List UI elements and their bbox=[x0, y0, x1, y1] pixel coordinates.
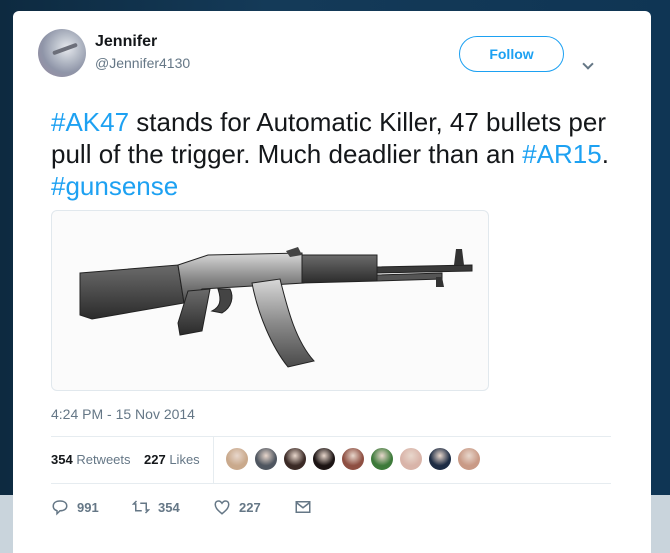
message-button[interactable] bbox=[294, 495, 320, 519]
liker-avatar[interactable] bbox=[254, 447, 278, 471]
tweet-text-segment: . bbox=[601, 139, 609, 169]
liker-avatar[interactable] bbox=[341, 447, 365, 471]
envelope-icon bbox=[295, 501, 311, 513]
hashtag-link[interactable]: #AK47 bbox=[51, 107, 129, 137]
retweet-button[interactable]: 354 bbox=[132, 495, 180, 519]
tweet-timestamp[interactable]: 4:24 PM - 15 Nov 2014 bbox=[51, 406, 195, 422]
liker-avatar[interactable] bbox=[283, 447, 307, 471]
like-count: 227 bbox=[239, 499, 261, 515]
likes-count: 227 bbox=[144, 452, 166, 467]
divider bbox=[51, 436, 611, 437]
liker-avatar[interactable] bbox=[225, 447, 249, 471]
reply-icon bbox=[52, 500, 68, 516]
heart-icon bbox=[214, 500, 230, 515]
likes-label: Likes bbox=[169, 452, 200, 467]
liker-avatar[interactable] bbox=[370, 447, 394, 471]
likes-stat[interactable]: 227 Likes bbox=[144, 452, 200, 467]
liker-avatar[interactable] bbox=[428, 447, 452, 471]
divider bbox=[51, 483, 611, 484]
liker-avatar[interactable] bbox=[457, 447, 481, 471]
tweet-text: #AK47 stands for Automatic Killer, 47 bu… bbox=[51, 106, 621, 202]
follow-button[interactable]: Follow bbox=[459, 36, 564, 72]
liker-avatar[interactable] bbox=[312, 447, 336, 471]
like-button[interactable]: 227 bbox=[213, 495, 261, 519]
hashtag-link[interactable]: #AR15 bbox=[522, 139, 602, 169]
hashtag-link[interactable]: #gunsense bbox=[51, 171, 178, 201]
retweets-count: 354 bbox=[51, 452, 73, 467]
reply-count: 991 bbox=[77, 499, 99, 515]
retweet-count: 354 bbox=[158, 499, 180, 515]
tweet-media-image[interactable] bbox=[51, 210, 489, 391]
stats-separator bbox=[213, 437, 214, 483]
user-handle[interactable]: @Jennifer4130 bbox=[95, 55, 190, 71]
reply-button[interactable]: 991 bbox=[51, 495, 99, 519]
retweets-label: Retweets bbox=[76, 452, 131, 467]
retweet-icon bbox=[132, 500, 150, 514]
retweets-stat[interactable]: 354 Retweets bbox=[51, 452, 131, 467]
liker-avatar[interactable] bbox=[399, 447, 423, 471]
rifle-illustration bbox=[79, 247, 473, 368]
display-name[interactable]: Jennifer bbox=[95, 33, 157, 51]
avatar[interactable] bbox=[38, 29, 86, 77]
